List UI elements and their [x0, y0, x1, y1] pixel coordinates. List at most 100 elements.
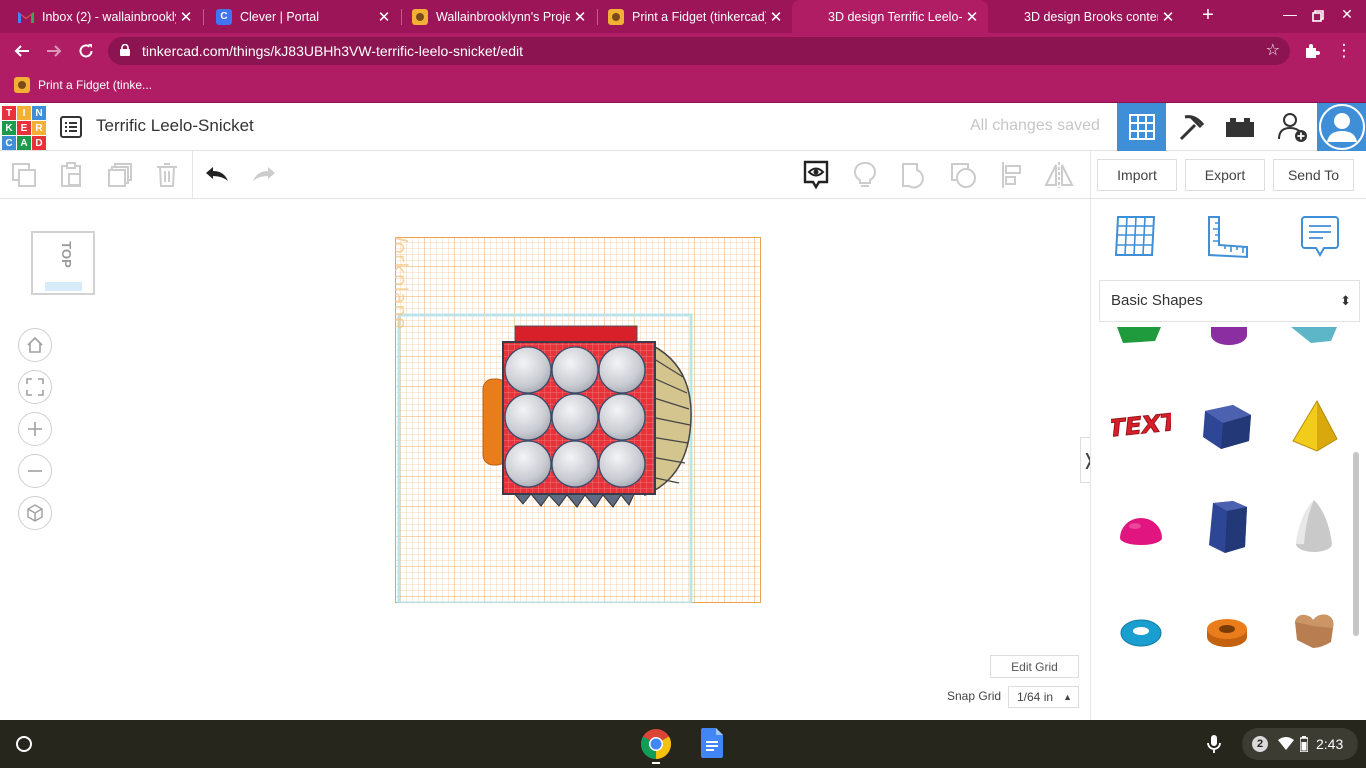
- cylinder-shape[interactable]: [1205, 327, 1253, 349]
- browser-menu-icon[interactable]: ⋮: [1333, 40, 1355, 62]
- chrome-icon[interactable]: [640, 728, 672, 760]
- tinkercad-avatar-icon: [14, 77, 30, 93]
- design-title[interactable]: Terrific Leelo-Snicket: [96, 116, 254, 136]
- close-icon[interactable]: ✕: [1158, 8, 1178, 26]
- pickaxe-icon[interactable]: [1166, 103, 1215, 151]
- tab-label: Inbox (2) - wallainbrooklynn: [42, 9, 176, 24]
- tab-terrific-leelo-snicket[interactable]: 3D design Terrific Leelo-Snicket ✕: [792, 0, 988, 33]
- close-icon[interactable]: ✕: [962, 8, 982, 26]
- edit-grid-button[interactable]: Edit Grid: [990, 655, 1079, 678]
- show-all-icon[interactable]: [800, 159, 832, 191]
- gmail-icon: [18, 9, 34, 25]
- shapes-panel: Basic Shapes ⬍ TEXT: [1090, 199, 1366, 720]
- system-tray[interactable]: 2 2:43: [1242, 728, 1358, 760]
- bookmark-star-icon[interactable]: ☆: [1266, 37, 1280, 65]
- tab-gmail[interactable]: Inbox (2) - wallainbrooklynn ✕: [6, 0, 202, 33]
- sort-caret-icon: ⬍: [1340, 293, 1351, 308]
- zoom-in-icon[interactable]: [18, 412, 52, 446]
- workspace-canvas[interactable]: TOP orkplane Edit Grid Snap Grid 1/64 in…: [0, 199, 1096, 720]
- zoom-out-icon[interactable]: [18, 454, 52, 488]
- text-shape[interactable]: TEXT: [1111, 396, 1171, 456]
- microphone-icon[interactable]: [1202, 732, 1226, 756]
- avatar[interactable]: [1317, 103, 1366, 151]
- reload-icon[interactable]: [75, 40, 97, 62]
- logo-letter: N: [32, 106, 46, 120]
- tab-print-fidget[interactable]: Print a Fidget (tinkercad) ✕: [596, 0, 792, 33]
- view-cube[interactable]: TOP: [31, 231, 95, 295]
- workplane-grid: Workplane: [388, 223, 761, 605]
- panel-scrollbar[interactable]: [1353, 452, 1359, 636]
- tab-clever[interactable]: C Clever | Portal ✕: [204, 0, 400, 33]
- design-list-icon[interactable]: [60, 116, 82, 138]
- invite-user-icon[interactable]: [1268, 103, 1317, 151]
- mirror-icon[interactable]: [1043, 159, 1075, 191]
- paste-icon[interactable]: [55, 159, 87, 191]
- close-icon[interactable]: ✕: [374, 8, 394, 26]
- bookmark-label: Print a Fidget (tinke...: [38, 78, 153, 92]
- tube-shape[interactable]: [1197, 603, 1257, 663]
- pyramid-shape[interactable]: [1284, 396, 1344, 456]
- roof-shape[interactable]: [1289, 327, 1339, 345]
- bookmark-print-fidget[interactable]: Print a Fidget (tinke...: [14, 77, 152, 93]
- logo-letter: R: [32, 121, 46, 135]
- close-icon[interactable]: ✕: [176, 8, 196, 26]
- duplicate-icon[interactable]: [104, 159, 136, 191]
- logo-letter: K: [2, 121, 16, 135]
- perspective-icon[interactable]: [18, 496, 52, 530]
- snap-grid-select[interactable]: 1/64 in ▲: [1008, 686, 1079, 708]
- address-bar[interactable]: tinkercad.com/things/kJ83UBHh3VW-terrifi…: [108, 37, 1290, 65]
- app-header: T I N K E R C A D Terrific Leelo-Snicket…: [0, 103, 1366, 151]
- tinkercad-logo[interactable]: T I N K E R C A D: [2, 106, 46, 150]
- half-sphere-shape[interactable]: [1111, 501, 1171, 561]
- close-icon[interactable]: ✕: [766, 8, 786, 26]
- shape-category-select[interactable]: Basic Shapes ⬍: [1099, 280, 1360, 322]
- torus-shape[interactable]: [1111, 603, 1171, 663]
- lock-icon: [120, 44, 130, 56]
- shape-category-value: Basic Shapes: [1111, 292, 1203, 309]
- tab-brooks-content[interactable]: 3D design Brooks content ✕: [988, 0, 1184, 33]
- import-button[interactable]: Import: [1097, 159, 1177, 191]
- back-icon[interactable]: [11, 40, 33, 62]
- polygon-shape[interactable]: [1197, 396, 1257, 456]
- google-docs-icon[interactable]: [701, 728, 723, 758]
- note-icon[interactable]: [849, 159, 881, 191]
- forward-icon[interactable]: [43, 40, 65, 62]
- window-close-icon[interactable]: ✕: [1336, 6, 1358, 26]
- ruler-icon[interactable]: [1205, 213, 1251, 259]
- launcher-icon[interactable]: [16, 736, 32, 752]
- notes-icon[interactable]: [1297, 213, 1343, 259]
- align-icon[interactable]: [996, 159, 1028, 191]
- extensions-icon[interactable]: [1301, 40, 1323, 62]
- copy-icon[interactable]: [8, 159, 40, 191]
- heart-shape[interactable]: [1284, 601, 1344, 661]
- workplane[interactable]: Workplane: [388, 223, 761, 605]
- bricks-icon[interactable]: [1215, 103, 1264, 151]
- wedge-shape[interactable]: [1115, 327, 1163, 347]
- undo-icon[interactable]: [201, 159, 233, 191]
- save-status: All changes saved: [970, 117, 1100, 134]
- clock: 2:43: [1316, 736, 1344, 752]
- hexagonal-prism-shape[interactable]: [1197, 497, 1257, 557]
- minimize-icon[interactable]: —: [1279, 6, 1301, 26]
- tinkercad-avatar-icon: [412, 8, 428, 25]
- paraboloid-shape[interactable]: [1284, 497, 1344, 557]
- export-button[interactable]: Export: [1185, 159, 1265, 191]
- send-to-button[interactable]: Send To: [1273, 159, 1354, 191]
- delete-icon[interactable]: [151, 159, 183, 191]
- 3d-view-icon[interactable]: [1117, 103, 1166, 151]
- close-icon[interactable]: ✕: [570, 8, 590, 26]
- snap-grid-label: Snap Grid: [947, 689, 1002, 703]
- wifi-icon: [1278, 737, 1294, 750]
- clever-icon: C: [216, 8, 232, 25]
- fit-view-icon[interactable]: [18, 370, 52, 404]
- editor-toolbar: Import Export Send To: [0, 151, 1366, 199]
- new-tab-button[interactable]: +: [1196, 4, 1220, 28]
- home-view-icon[interactable]: [18, 328, 52, 362]
- logo-letter: T: [2, 106, 16, 120]
- maximize-icon[interactable]: [1307, 6, 1329, 26]
- ungroup-icon[interactable]: [947, 159, 979, 191]
- group-icon[interactable]: [898, 159, 930, 191]
- tab-projects[interactable]: Wallainbrooklynn's Projects ✕: [400, 0, 596, 33]
- redo-icon[interactable]: [248, 159, 280, 191]
- workplane-icon[interactable]: [1113, 213, 1159, 259]
